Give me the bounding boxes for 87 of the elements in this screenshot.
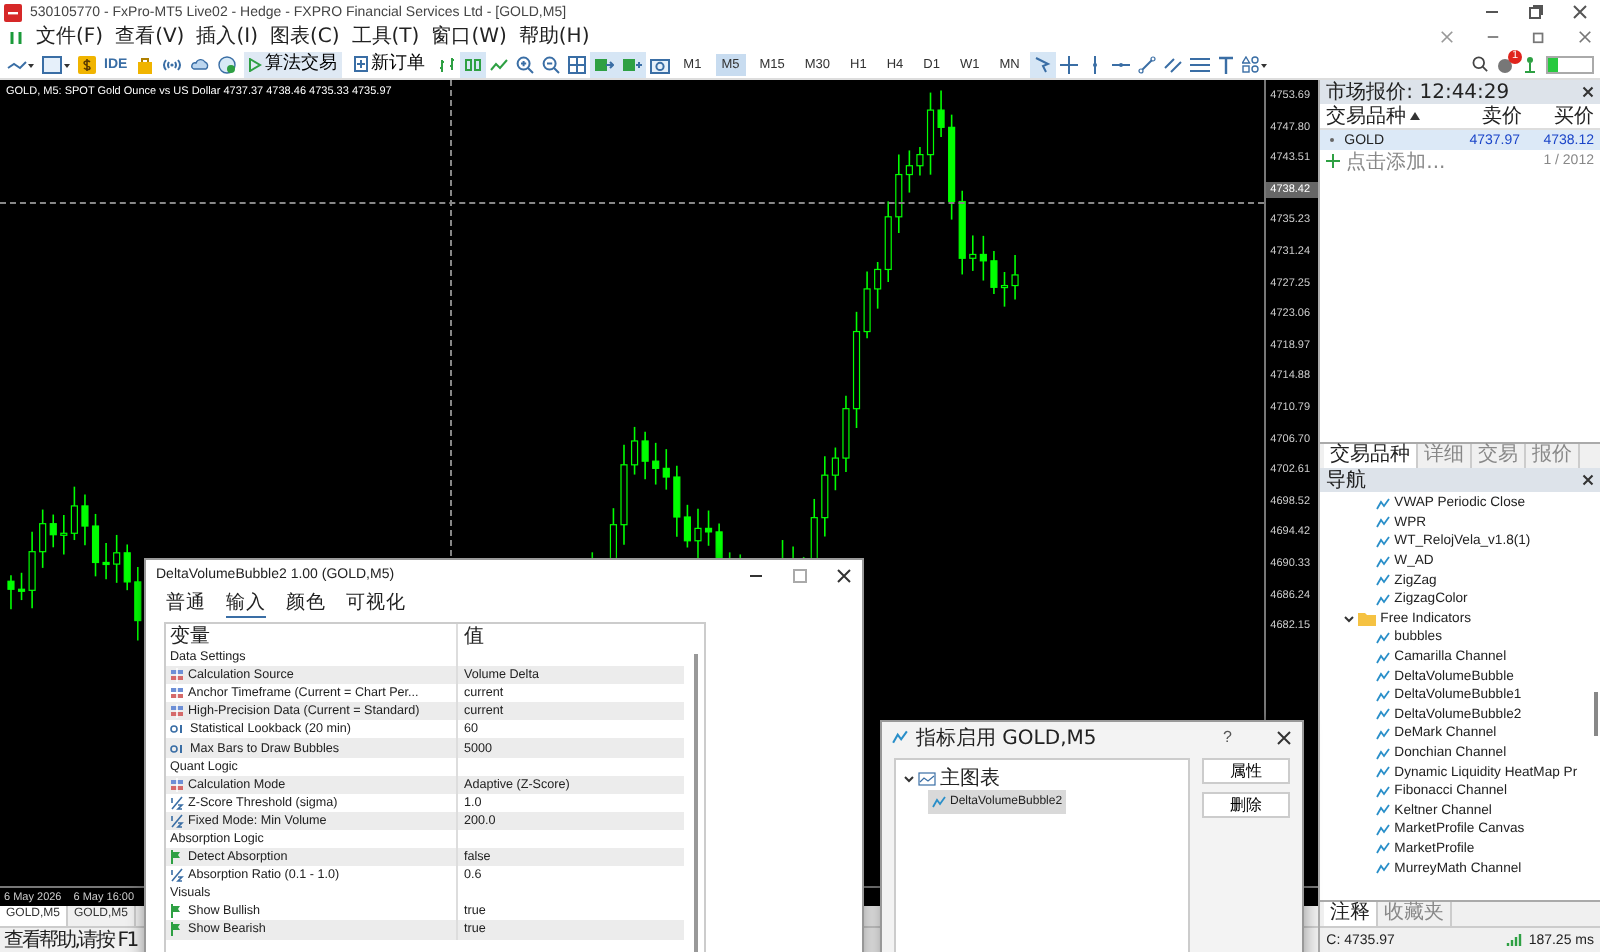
close-icon[interactable] (1582, 86, 1594, 98)
panel-title: 导航 (1326, 467, 1367, 494)
dialog-tab[interactable]: 普通 (166, 592, 206, 618)
flag-icon (170, 850, 184, 865)
close-icon[interactable] (836, 567, 852, 583)
integer-icon (170, 743, 186, 754)
close-icon[interactable] (1582, 474, 1594, 486)
close-icon[interactable] (1572, 4, 1588, 20)
scrollbar-thumb[interactable] (694, 654, 698, 952)
zoom-out-icon[interactable] (541, 55, 560, 73)
flag-icon (170, 922, 184, 937)
dialog-button[interactable]: 删除 (1202, 792, 1290, 818)
shapes-icon[interactable] (1241, 55, 1268, 73)
bag-icon[interactable] (135, 55, 154, 73)
close-icon[interactable] (1276, 729, 1292, 745)
signal-bars-icon (1506, 934, 1523, 946)
indicator-icon (932, 796, 946, 808)
signal-waves-icon[interactable] (161, 55, 182, 73)
dialog-tab[interactable]: 可视化 (346, 592, 406, 618)
document-plus-icon (353, 56, 368, 72)
chevron-icon[interactable] (904, 773, 914, 783)
grid-icon[interactable] (567, 55, 586, 73)
camera-icon[interactable] (649, 55, 670, 73)
dialog-tab[interactable]: 输入 (226, 592, 266, 618)
column-header[interactable]: 卖价 (1454, 102, 1522, 130)
plus-icon[interactable] (1326, 154, 1341, 168)
zoom-in-icon[interactable] (515, 55, 534, 73)
template-icon[interactable] (42, 55, 70, 73)
line-icon[interactable] (489, 55, 508, 73)
tree-item[interactable]: 主图表 (940, 764, 1000, 792)
cloud-icon[interactable] (189, 55, 210, 73)
panel-title: 市场报价: 12:44:29 (1326, 79, 1510, 105)
text-tool-icon[interactable] (1217, 55, 1234, 73)
menu-item[interactable]: 窗口(W) (431, 24, 507, 50)
menu-item[interactable]: 查看(V) (115, 24, 185, 50)
indicator-icon (892, 730, 908, 744)
dialog-tab[interactable]: 颜色 (286, 592, 326, 618)
dollar-icon[interactable] (78, 55, 96, 73)
menu-item[interactable]: 文件(F) (36, 24, 104, 50)
fraction-icon (170, 813, 184, 828)
line-chart-icon[interactable] (6, 55, 34, 73)
column-header: 变量 (168, 624, 212, 650)
search-icon[interactable] (1472, 56, 1488, 72)
chart-shift-icon[interactable] (593, 55, 614, 73)
dialog-button[interactable]: 属性 (1202, 758, 1290, 784)
panel-tab[interactable]: 注释 (1324, 902, 1379, 926)
menu-item[interactable]: 工具(T) (351, 24, 420, 50)
help-button[interactable]: ? (1223, 728, 1232, 746)
connection-meter (1546, 55, 1594, 73)
list-icon (170, 777, 184, 792)
restore-icon[interactable] (1532, 30, 1546, 44)
list-icon (170, 704, 184, 719)
cursor-icon[interactable] (1033, 55, 1052, 73)
integer-icon (170, 724, 186, 735)
list-icon (170, 668, 184, 683)
dialog-title: 指标启用 GOLD,M5 (916, 725, 1097, 751)
list-icon (170, 686, 184, 701)
column-header[interactable]: 交易品种 (1326, 102, 1407, 130)
globe-icon[interactable] (217, 55, 236, 73)
algo-trading-button[interactable]: 算法交易 (243, 51, 342, 77)
folder-icon (1358, 611, 1377, 626)
fraction-icon (170, 795, 184, 810)
menu-item[interactable]: 帮助(H) (518, 24, 590, 50)
chart-window-icon (918, 771, 936, 785)
bar-chart-icon[interactable] (437, 55, 456, 73)
flag-icon (170, 904, 184, 919)
chart-icon[interactable] (8, 29, 24, 45)
chevron-icon[interactable] (1344, 613, 1355, 624)
status-text: 查看帮助,请按 F1 (4, 927, 137, 952)
play-icon (247, 57, 262, 71)
channel-icon[interactable] (1163, 55, 1182, 73)
panel-tab[interactable]: 交易品种 (1324, 444, 1419, 468)
autoscroll-icon[interactable] (621, 55, 642, 73)
column-header: 值 (456, 624, 684, 648)
add-symbol-link[interactable]: 点击添加... (1346, 147, 1446, 175)
fibonacci-icon[interactable] (1189, 55, 1210, 73)
scrollbar-thumb[interactable] (1594, 692, 1598, 736)
fraction-icon (170, 868, 184, 883)
trendline-icon[interactable] (1137, 55, 1156, 73)
menu-item[interactable]: 图表(C) (269, 24, 340, 50)
restore-icon[interactable] (1528, 4, 1544, 20)
menu-item[interactable]: 插入(I) (196, 24, 258, 50)
new-order-button[interactable]: 新订单 (349, 51, 430, 77)
column-header[interactable]: 买价 (1526, 102, 1594, 130)
crosshair-icon[interactable] (1059, 55, 1078, 73)
sort-arrow-icon (1410, 112, 1421, 120)
candlestick-icon[interactable] (463, 55, 482, 73)
